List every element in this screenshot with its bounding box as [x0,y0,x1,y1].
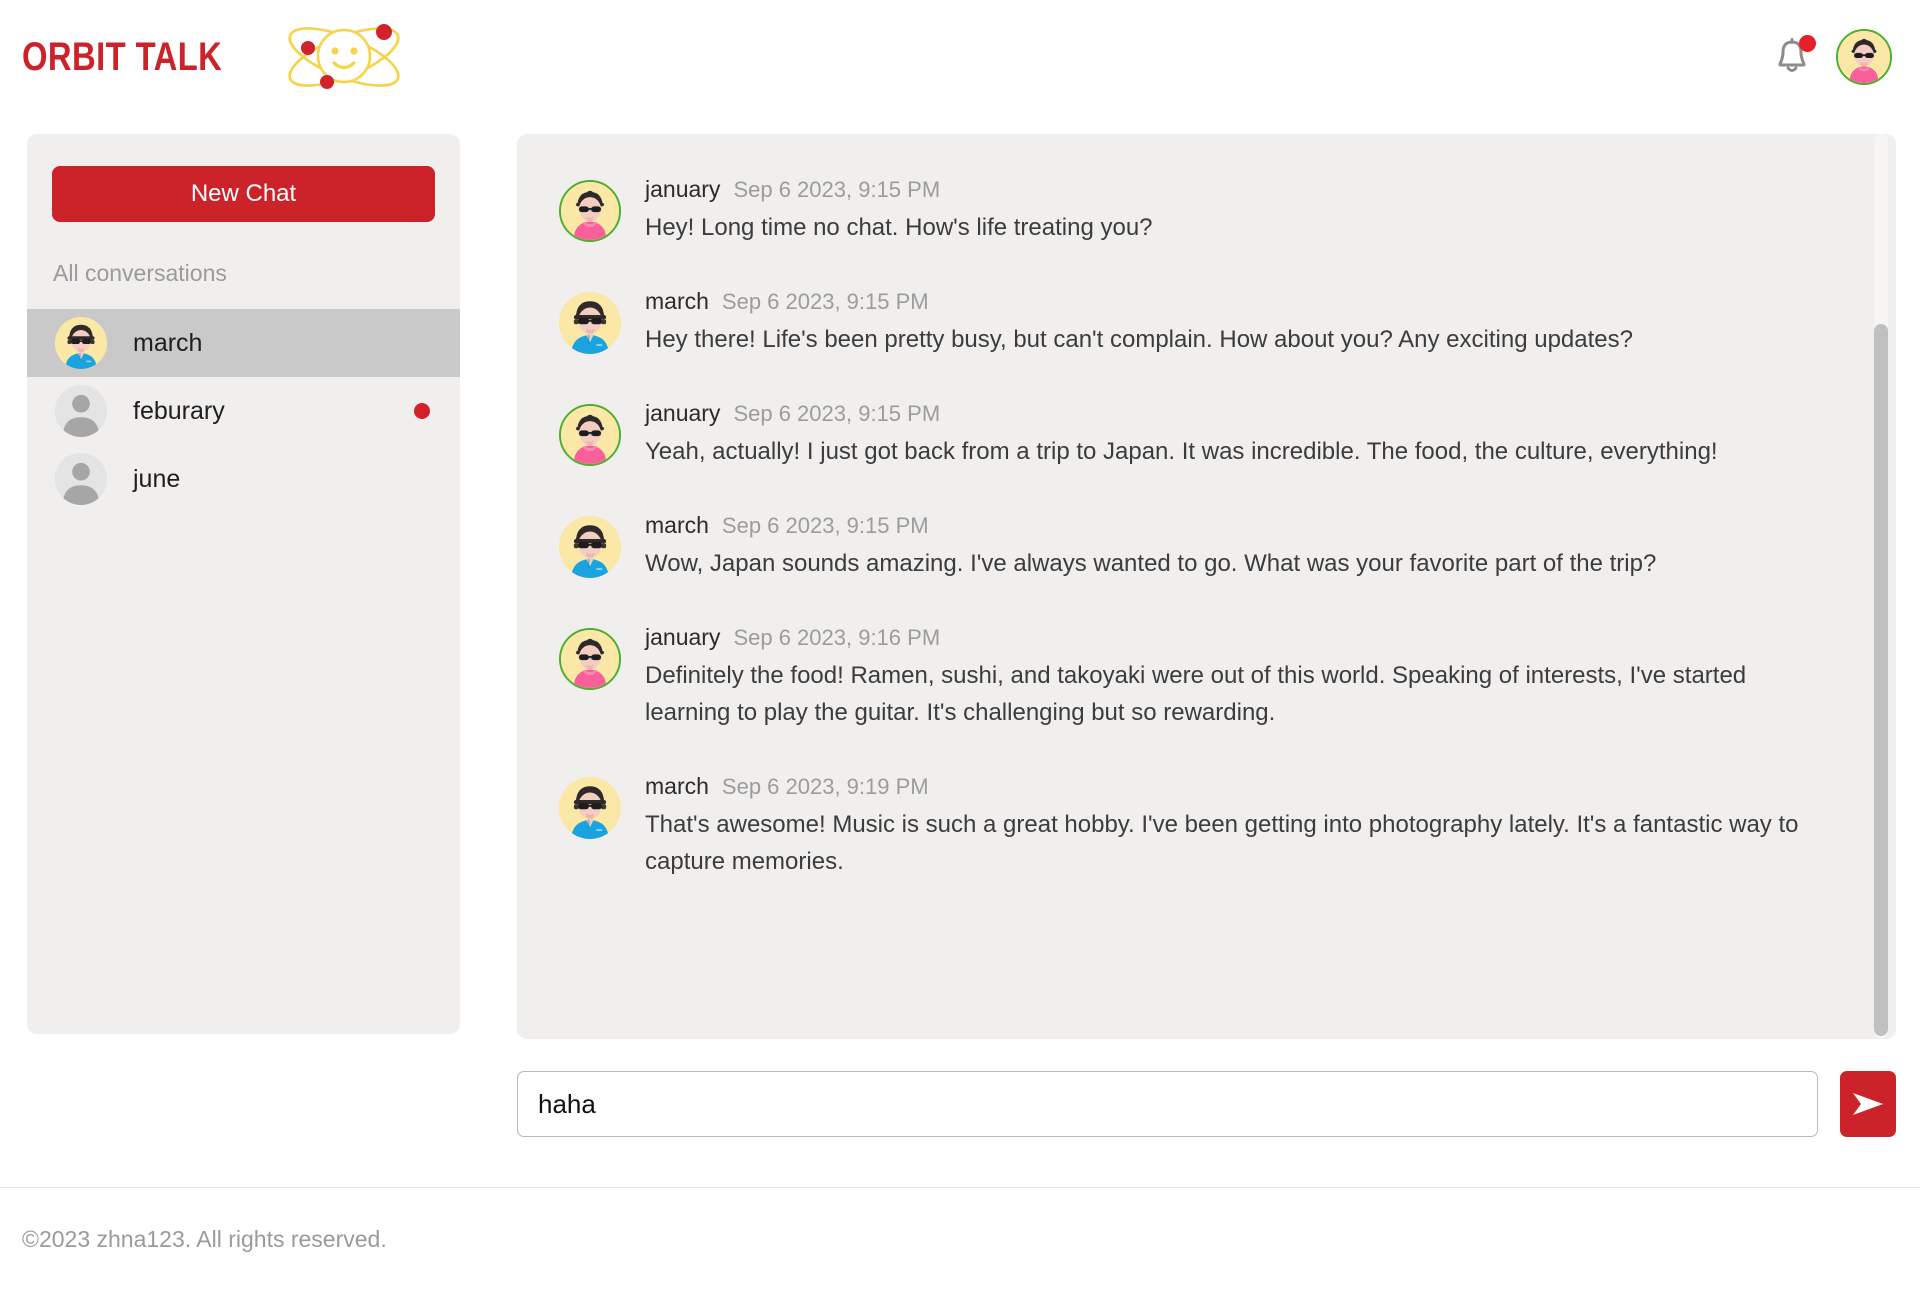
sidebar-item-feburary[interactable]: feburary [27,377,460,445]
sidebar-item-june[interactable]: june [27,445,460,513]
conversation-name: feburary [133,396,225,425]
message-author: march [645,288,709,314]
avatar-generic [55,453,107,505]
message-author: january [645,400,721,426]
avatar-january [559,180,621,242]
app-header: ORBIT TALK [0,0,1920,114]
messages-panel: january Sep 6 2023, 9:15 PM Hey! Long ti… [517,134,1896,1039]
message-row: january Sep 6 2023, 9:16 PM Definitely t… [559,624,1836,731]
message-text: Definitely the food! Ramen, sushi, and t… [645,662,1747,726]
conversation-name: june [133,464,181,493]
workspace: New Chat All conversations march feburar… [0,114,1920,1187]
all-conversations-label: All conversations [53,260,227,286]
header-actions [1774,29,1892,85]
user-avatar-icon [1838,31,1890,83]
notification-badge [1799,35,1816,52]
conversation-list: march feburary june [27,309,460,513]
message-text: Yeah, actually! I just got back from a t… [645,438,1718,465]
message-row: march Sep 6 2023, 9:15 PM Hey there! Lif… [559,288,1836,358]
message-row: january Sep 6 2023, 9:15 PM Hey! Long ti… [559,176,1836,246]
message-text: Wow, Japan sounds amazing. I've always w… [645,550,1657,577]
message-author: march [645,773,709,799]
avatar-march [55,317,107,369]
avatar-march [559,292,621,354]
avatar[interactable] [1836,29,1892,85]
message-text: Hey! Long time no chat. How's life treat… [645,214,1153,241]
message-timestamp: Sep 6 2023, 9:15 PM [733,401,941,426]
message-row: march Sep 6 2023, 9:15 PM Wow, Japan sou… [559,512,1836,582]
app-footer: ©2023 zhna123. All rights reserved. [0,1187,1920,1291]
message-list: january Sep 6 2023, 9:15 PM Hey! Long ti… [517,176,1896,1009]
brand[interactable]: ORBIT TALK [22,20,408,94]
avatar-generic [55,385,107,437]
message-text: That's awesome! Music is such a great ho… [645,811,1799,875]
send-paper-plane-icon [1853,1093,1883,1115]
message-scrollbar-thumb[interactable] [1874,324,1888,1036]
message-author: january [645,624,721,650]
unread-indicator [414,403,430,419]
avatar-january [559,628,621,690]
message-row: january Sep 6 2023, 9:15 PM Yeah, actual… [559,400,1836,470]
copyright-text: ©2023 zhna123. All rights reserved. [22,1226,387,1252]
chat-column: january Sep 6 2023, 9:15 PM Hey! Long ti… [517,134,1896,1154]
message-timestamp: Sep 6 2023, 9:15 PM [721,513,929,538]
message-timestamp: Sep 6 2023, 9:15 PM [733,177,941,202]
sidebar-item-march[interactable]: march [27,309,460,377]
conversation-name: march [133,328,203,357]
send-button[interactable] [1840,1071,1896,1137]
message-timestamp: Sep 6 2023, 9:19 PM [721,774,929,799]
message-author: january [645,176,721,202]
notifications-button[interactable] [1774,35,1816,77]
avatar-march [559,516,621,578]
new-chat-button[interactable]: New Chat [52,166,435,222]
message-row: march Sep 6 2023, 9:19 PM That's awesome… [559,773,1836,880]
avatar-january [559,404,621,466]
sidebar: New Chat All conversations march feburar… [27,134,460,1034]
message-timestamp: Sep 6 2023, 9:16 PM [733,625,941,650]
message-timestamp: Sep 6 2023, 9:15 PM [721,289,929,314]
app-title: ORBIT TALK [22,34,223,79]
composer [517,1071,1896,1137]
message-author: march [645,512,709,538]
message-text: Hey there! Life's been pretty busy, but … [645,326,1633,353]
avatar-march [559,777,621,839]
atom-smiley-icon [288,24,400,89]
message-input[interactable] [517,1071,1818,1137]
